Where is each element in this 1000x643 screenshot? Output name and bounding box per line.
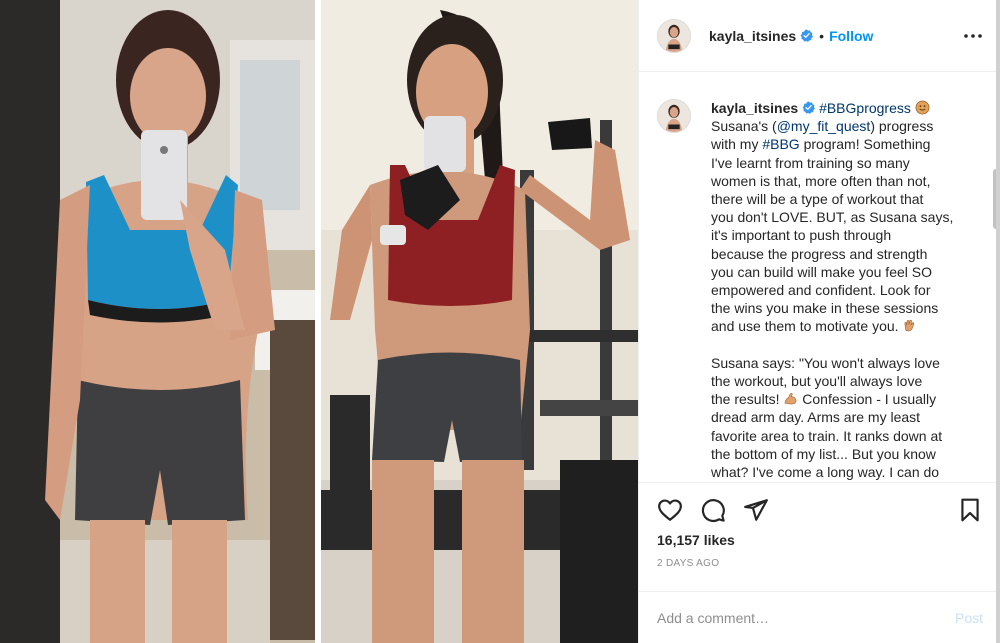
- caption-body: #BBGprogress Susana's (@my_fit_quest) pr…: [711, 100, 953, 480]
- likes-count[interactable]: 16,157 likes: [657, 532, 735, 548]
- caption-avatar[interactable]: [657, 99, 691, 133]
- comment-input[interactable]: [657, 610, 917, 626]
- emoji-icon: [902, 318, 917, 333]
- comment-icon[interactable]: [700, 497, 726, 523]
- verified-badge-icon: [802, 100, 816, 114]
- emoji-icon: [915, 100, 930, 115]
- window-edge: [996, 0, 1000, 643]
- header-username[interactable]: kayla_itsines: [709, 28, 796, 44]
- send-icon[interactable]: [743, 497, 769, 523]
- post-photo[interactable]: [0, 0, 638, 643]
- before-after-photo: [0, 0, 638, 643]
- bookmark-icon[interactable]: [957, 497, 983, 523]
- post-comment-button[interactable]: Post: [955, 610, 983, 626]
- caption-hashtag-link[interactable]: @my_fit_quest: [777, 118, 871, 134]
- caption-username[interactable]: kayla_itsines: [711, 100, 798, 116]
- caption-text-segment: Susana's (: [711, 118, 777, 135]
- avatar-image: [658, 19, 690, 52]
- separator-dot: •: [819, 27, 825, 44]
- comment-box: Post: [639, 591, 1000, 643]
- follow-button[interactable]: Follow: [829, 28, 873, 44]
- avatar-image: [658, 100, 690, 132]
- caption-hashtag-link[interactable]: #BBG: [762, 136, 799, 152]
- verified-badge-icon: [800, 29, 814, 42]
- heart-icon[interactable]: [657, 497, 683, 523]
- caption-text: kayla_itsines #BBGprogress Susana's (@my…: [711, 99, 981, 481]
- caption-hashtag-link[interactable]: #BBGprogress: [819, 100, 911, 116]
- post-timestamp[interactable]: 2 DAYS AGO: [657, 558, 719, 569]
- comments-scroll-area[interactable]: kayla_itsines #BBGprogress Susana's (@my…: [639, 73, 1000, 482]
- post-actions: 16,157 likes 2 DAYS AGO Post: [639, 482, 1000, 642]
- avatar[interactable]: [657, 18, 691, 53]
- emoji-icon: [783, 391, 798, 406]
- post-header: kayla_itsines • Follow: [639, 0, 1000, 72]
- post-sidebar: kayla_itsines • Follow kayla_itsines #BB…: [638, 0, 1000, 643]
- more-options-icon[interactable]: [961, 24, 985, 48]
- caption-text-segment: program! Something I've learnt from trai…: [711, 136, 954, 335]
- caption-row: kayla_itsines #BBGprogress Susana's (@my…: [639, 73, 1000, 481]
